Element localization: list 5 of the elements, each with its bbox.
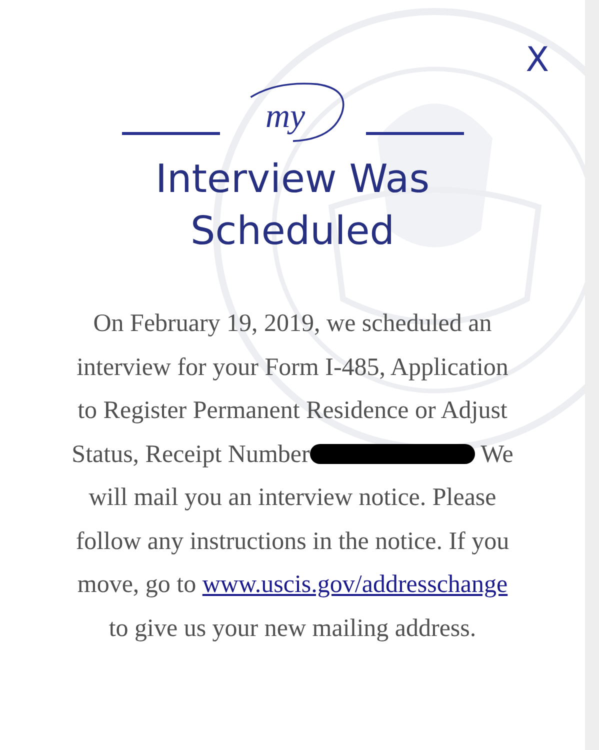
address-change-link[interactable]: www.uscis.gov/addresschange <box>202 571 508 598</box>
dialog-title: Interview Was Scheduled <box>154 156 431 256</box>
close-button[interactable]: X <box>526 40 549 80</box>
logo: my <box>228 68 358 154</box>
message-text: On February 19, 2019, we scheduled an interview for your Form I-485, Application to Register Permanent Residence or Adjust Status, Receipt Number We will mail you an interview notice. Please follow any instructions in the notice. If you move, go to www.uscis.gov/addresschange to give us your new mailing address. <box>70 309 514 644</box>
